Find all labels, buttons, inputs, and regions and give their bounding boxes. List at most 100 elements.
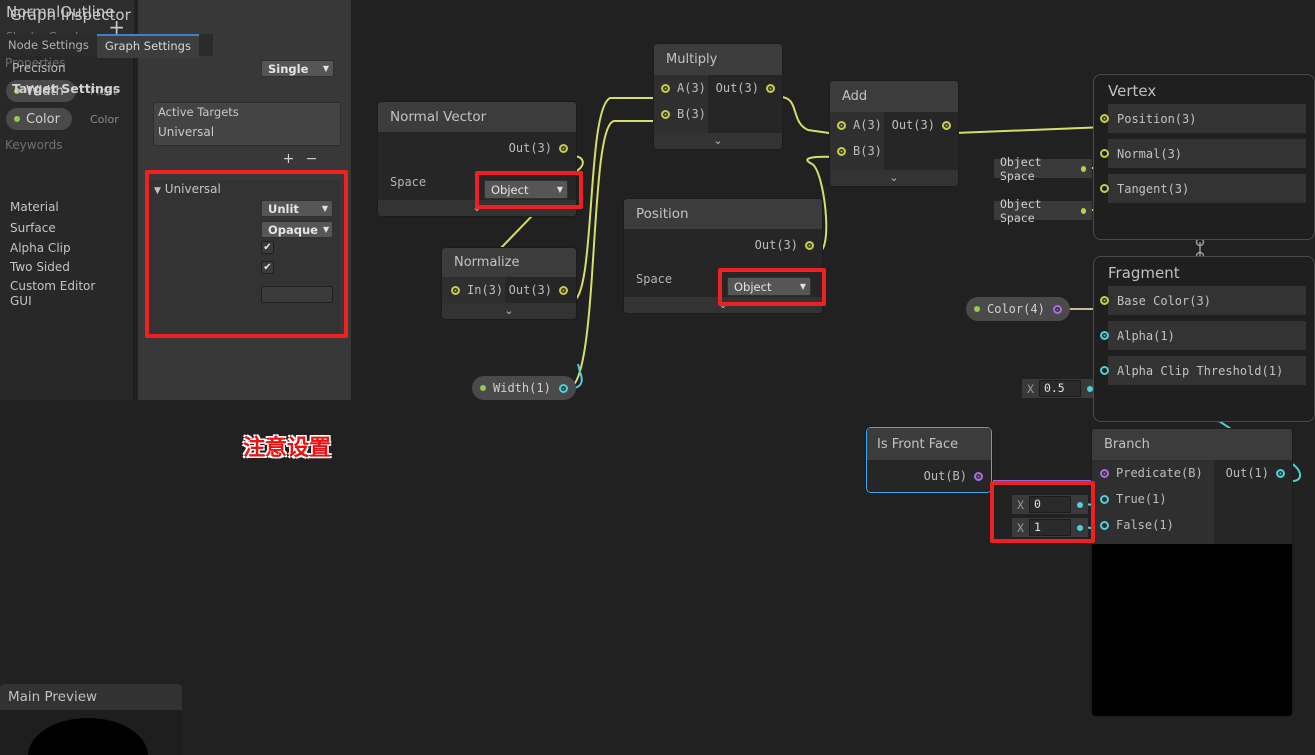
surface-dropdown[interactable]: Opaque ▼ xyxy=(261,221,333,238)
value-input[interactable]: 1 xyxy=(1028,519,1071,536)
two-sided-checkbox[interactable]: ✔ xyxy=(261,261,274,274)
output-port-icon[interactable] xyxy=(558,383,568,393)
input-port-icon[interactable] xyxy=(837,120,846,130)
normal-vector-space-dropdown[interactable]: Object ▼ xyxy=(484,180,568,199)
space-value: Object xyxy=(734,279,772,294)
node-is-front-face[interactable]: Is Front Face Out(B) xyxy=(866,427,992,493)
node-slots: Predicate(B) True(1) False(1) Out(1) xyxy=(1092,460,1292,544)
node-multiply[interactable]: Multiply A(3) B(3) Out(3) ⌄ xyxy=(654,44,782,149)
value-chip-branch-false[interactable]: X 1 xyxy=(1012,518,1088,537)
tab-graph-settings[interactable]: Graph Settings xyxy=(96,34,199,58)
block-item-base-color[interactable]: Base Color(3) xyxy=(1100,286,1306,315)
node-collapse-toggle[interactable]: ⌄ xyxy=(830,170,958,186)
node-collapse-toggle[interactable]: ⌄ xyxy=(378,200,576,216)
material-value: Unlit xyxy=(268,201,299,216)
input-port-icon[interactable] xyxy=(837,146,846,156)
block-fragment[interactable]: Fragment Base Color(3) Alpha(1) Alpha Cl… xyxy=(1093,256,1315,422)
value-chip-alpha-clip-threshold[interactable]: X 0.5 xyxy=(1022,379,1098,398)
input-port-icon[interactable] xyxy=(1100,114,1109,123)
input-port-icon[interactable] xyxy=(1100,296,1109,305)
block-item-label: Alpha(1) xyxy=(1117,328,1175,343)
block-item-tangent[interactable]: Tangent(3) xyxy=(1100,174,1306,203)
block-item-alpha[interactable]: Alpha(1) xyxy=(1100,321,1306,350)
block-item-normal[interactable]: Normal(3) xyxy=(1100,139,1306,168)
chevron-down-icon: ⌄ xyxy=(713,134,723,147)
position-space-dropdown[interactable]: Object ▼ xyxy=(727,277,811,296)
block-item-alpha-clip-threshold[interactable]: Alpha Clip Threshold(1) xyxy=(1100,356,1306,385)
two-sided-label: Two Sided xyxy=(10,260,70,274)
port-dot-icon[interactable] xyxy=(1076,501,1083,508)
output-port-icon[interactable] xyxy=(805,240,814,250)
input-port-icon[interactable] xyxy=(1100,331,1109,340)
alpha-clip-label: Alpha Clip xyxy=(10,241,71,255)
input-slots: A(3) B(3) xyxy=(830,112,884,170)
input-port-icon[interactable] xyxy=(1100,184,1109,193)
input-port-icon[interactable] xyxy=(661,83,670,93)
output-port-icon[interactable] xyxy=(1276,469,1285,478)
port-dot-icon[interactable] xyxy=(1076,524,1083,531)
material-dropdown[interactable]: Unlit ▼ xyxy=(261,200,333,217)
custom-editor-gui-input[interactable] xyxy=(261,286,333,303)
input-port-icon[interactable] xyxy=(1100,149,1109,158)
node-collapse-toggle[interactable]: ⌄ xyxy=(654,133,782,149)
property-node-color[interactable]: Color(4) xyxy=(966,297,1070,321)
redirect-chip-object-space-tangent[interactable]: Object Space xyxy=(994,197,1092,225)
output-port-icon[interactable] xyxy=(974,471,983,481)
input-port-icon[interactable] xyxy=(661,109,670,119)
chevron-down-icon: ▼ xyxy=(321,204,328,213)
input-slots: Predicate(B) True(1) False(1) xyxy=(1092,460,1214,544)
output-port-icon[interactable] xyxy=(1052,304,1062,314)
remove-target-button[interactable]: − xyxy=(306,151,318,167)
input-port-icon[interactable] xyxy=(1100,468,1109,478)
chevron-down-icon: ▼ xyxy=(799,282,806,291)
node-collapse-toggle[interactable]: ⌄ xyxy=(442,303,576,319)
port-dot-icon[interactable] xyxy=(1080,165,1086,172)
tab-node-settings[interactable]: Node Settings xyxy=(0,34,97,56)
node-normalize[interactable]: Normalize In(3) Out(3) ⌄ xyxy=(442,248,576,319)
target-settings-label: Target Settings xyxy=(12,81,121,96)
value-input[interactable]: 0 xyxy=(1028,496,1071,513)
node-slots: A(3) B(3) Out(3) xyxy=(830,112,958,170)
block-item-label: Position(3) xyxy=(1117,111,1197,126)
output-port-icon[interactable] xyxy=(941,121,951,130)
input-port-icon[interactable] xyxy=(1100,366,1109,375)
input-label: A(3) xyxy=(853,118,882,132)
node-add[interactable]: Add A(3) B(3) Out(3) ⌄ xyxy=(830,81,958,186)
redirect-chip-object-space-normal[interactable]: Object Space xyxy=(994,155,1092,183)
port-dot-icon[interactable] xyxy=(1080,207,1086,214)
active-target-item[interactable]: Universal xyxy=(158,125,214,139)
property-name: Color xyxy=(26,111,60,127)
node-output-row: Out(3) xyxy=(624,229,822,261)
block-item-position[interactable]: Position(3) xyxy=(1100,104,1306,133)
value-input[interactable]: 0.5 xyxy=(1038,380,1081,397)
block-vertex[interactable]: Vertex Position(3) Normal(3) Tangent(3) xyxy=(1093,74,1315,240)
output-label: Out(1) xyxy=(1225,466,1269,480)
node-preview-area[interactable] xyxy=(1092,544,1292,716)
main-preview-title: Main Preview xyxy=(8,689,98,705)
input-port-icon[interactable] xyxy=(1100,494,1109,504)
node-branch[interactable]: Branch Predicate(B) True(1) False(1) Out… xyxy=(1092,429,1292,716)
output-port-icon[interactable] xyxy=(765,84,775,93)
input-port-icon[interactable] xyxy=(1100,520,1109,530)
add-target-button[interactable]: + xyxy=(283,151,295,167)
input-slot-b: B(3) xyxy=(830,138,884,164)
alpha-clip-checkbox[interactable]: ✔ xyxy=(261,241,274,254)
preview-sphere xyxy=(28,718,148,755)
chip-label: Object Space xyxy=(1000,154,1042,183)
universal-section-header[interactable]: ▼ Universal xyxy=(154,182,221,196)
input-slot-predicate: Predicate(B) xyxy=(1092,460,1214,486)
property-node-width[interactable]: Width(1) xyxy=(472,376,576,400)
property-item-color[interactable]: Color xyxy=(6,108,72,130)
main-preview-viewport[interactable] xyxy=(0,710,182,755)
chip-label: Object Space xyxy=(1000,196,1042,225)
output-port-icon[interactable] xyxy=(559,143,568,153)
node-collapse-toggle[interactable]: ⌄ xyxy=(624,297,822,313)
precision-row: Precision xyxy=(0,58,213,78)
value-chip-branch-true[interactable]: X 0 xyxy=(1012,495,1088,514)
chevron-down-icon: ▼ xyxy=(322,64,329,73)
output-port-icon[interactable] xyxy=(559,285,568,295)
precision-dropdown[interactable]: Single ▼ xyxy=(261,60,334,77)
output-slot-out: Out(3) xyxy=(883,112,958,170)
output-slot-out: Out(1) xyxy=(1213,460,1292,544)
input-port-icon[interactable] xyxy=(451,285,460,295)
